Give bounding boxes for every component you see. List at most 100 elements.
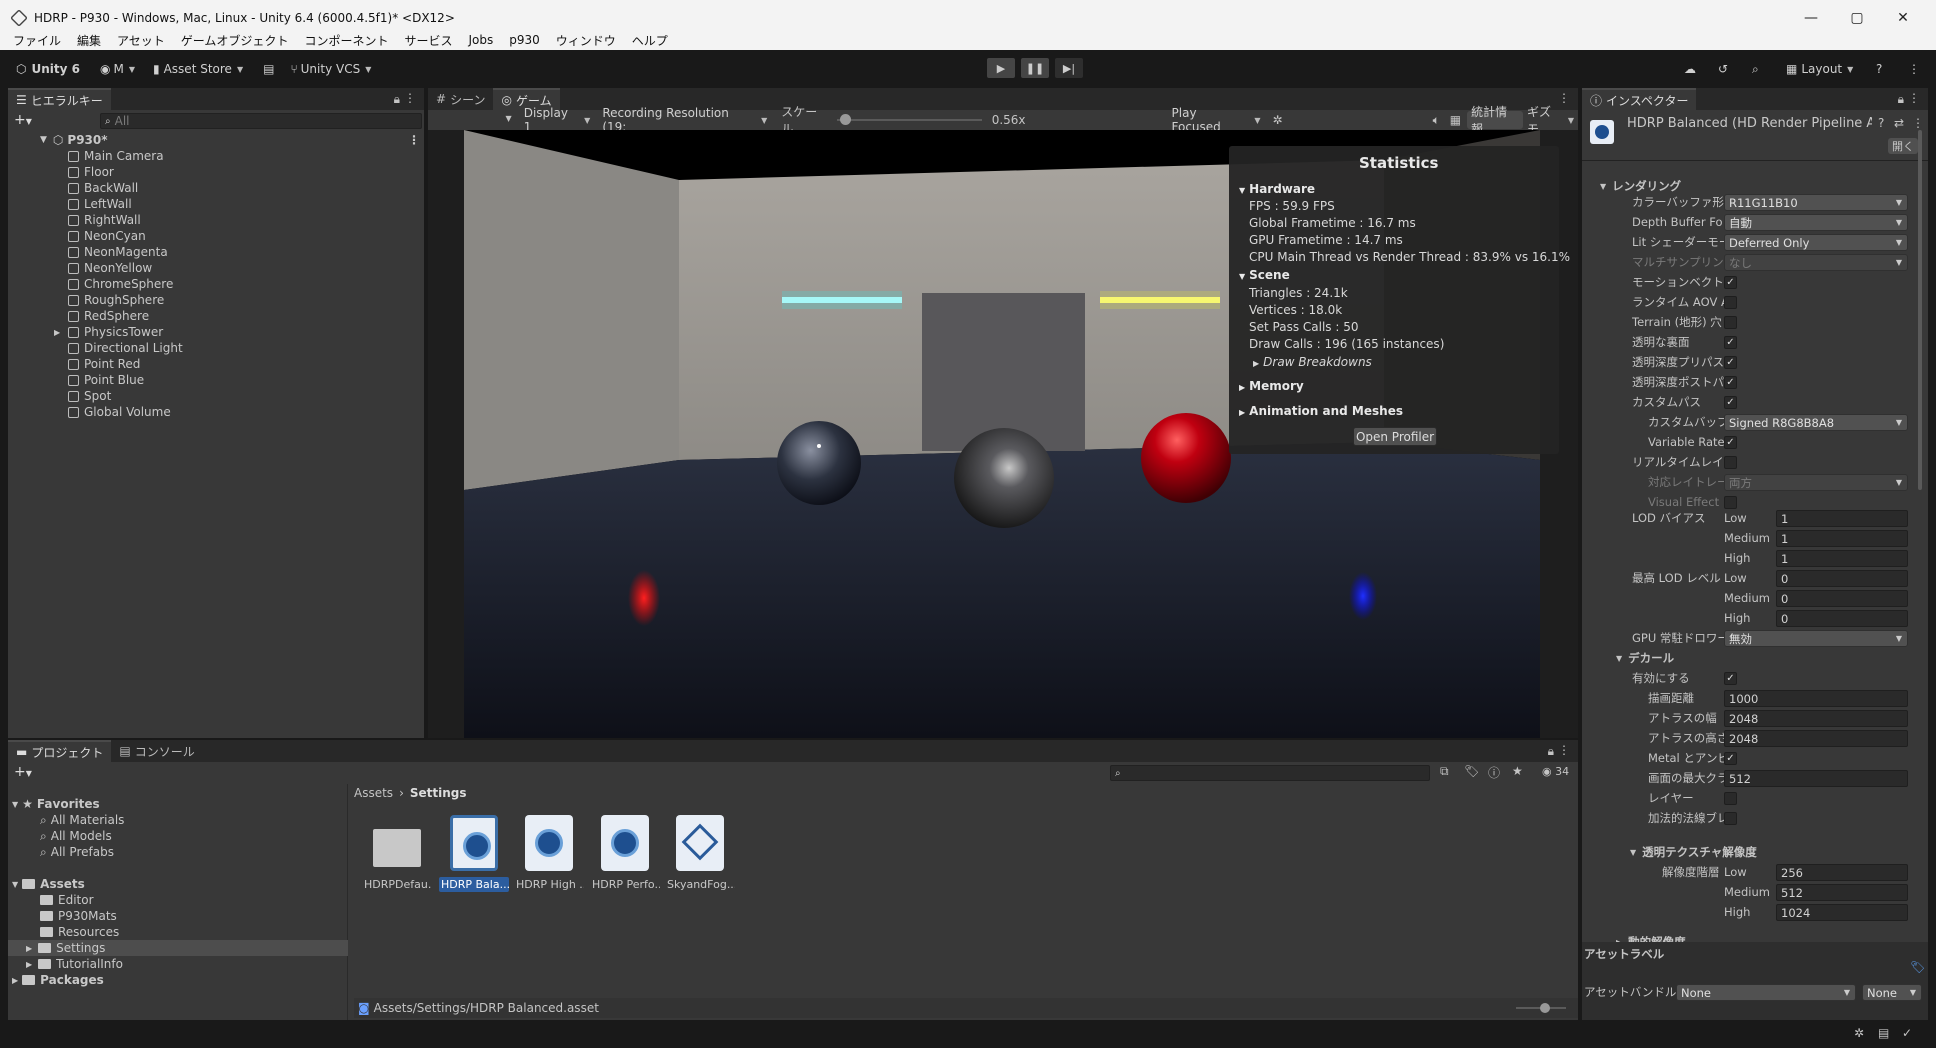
tab-scene[interactable]: # シーン	[428, 88, 493, 110]
hierarchy-item[interactable]: Directional Light	[68, 340, 183, 356]
gpu-driven-dropdown[interactable]: 無効	[1724, 630, 1908, 647]
tree-folder-settings[interactable]: ▶ Settings	[8, 940, 348, 956]
menu-edit[interactable]: 編集	[77, 32, 101, 49]
filter-type-icon[interactable]: ⧉	[1440, 764, 1449, 779]
audio-icon[interactable]: 🔈︎	[1433, 113, 1440, 128]
inspector-row-checkbox[interactable]: ✓	[1724, 376, 1737, 389]
tree-packages[interactable]: ▶ Packages	[12, 972, 104, 988]
layers-icon[interactable]: ▤	[1878, 1026, 1889, 1040]
stats-memory-header[interactable]: ▶ Memory	[1239, 379, 1304, 393]
cloud-icon[interactable]: ☁	[1678, 58, 1702, 80]
stats-button[interactable]: 統計情報	[1467, 105, 1523, 136]
history-icon[interactable]: ↺	[1712, 58, 1734, 80]
res-medium[interactable]: 512	[1776, 884, 1908, 901]
search-icon[interactable]: ⌕	[1746, 58, 1765, 80]
menu-jobs[interactable]: Jobs	[468, 33, 493, 47]
tree-folder-tutorialinfo[interactable]: ▶ TutorialInfo	[26, 956, 123, 972]
asset-sky-and-fog[interactable]: SkyandFog...	[665, 815, 735, 892]
inspector-row-checkbox[interactable]: ✓	[1724, 276, 1737, 289]
fav-all-models[interactable]: ⌕ All Models	[40, 828, 112, 844]
gizmos-dropdown[interactable]: ギズモ	[1523, 105, 1578, 136]
hierarchy-item[interactable]: RoughSphere	[68, 292, 164, 308]
hierarchy-item[interactable]: Global Volume	[68, 404, 171, 420]
stats-breakdowns[interactable]: ▶ Draw Breakdowns	[1253, 355, 1372, 369]
menu-help[interactable]: ヘルプ	[632, 32, 668, 49]
hierarchy-item[interactable]: BackWall	[68, 180, 138, 196]
lock-icon[interactable]: 🔒︎	[1898, 92, 1904, 107]
hierarchy-item[interactable]: Floor	[68, 164, 114, 180]
lod-bias-high[interactable]: 1	[1776, 550, 1908, 567]
lock-icon[interactable]: 🔒︎	[394, 92, 400, 107]
unity-cloud-button[interactable]: ⬡ Unity 6	[10, 58, 86, 80]
stats-scene-header[interactable]: ▼ Scene	[1239, 268, 1290, 282]
menu-file[interactable]: ファイル	[13, 32, 61, 49]
tree-folder-resources[interactable]: Resources	[40, 924, 119, 940]
help-icon[interactable]: ?	[1878, 116, 1884, 130]
icon-size-handle[interactable]	[1540, 1003, 1550, 1013]
decal-row-field[interactable]: 2048	[1724, 730, 1908, 747]
stats-animation-header[interactable]: ▶ Animation and Meshes	[1239, 404, 1403, 418]
hierarchy-item[interactable]: RedSphere	[68, 308, 149, 324]
inspector-row-checkbox[interactable]: ✓	[1724, 336, 1737, 349]
project-search[interactable]: ⌕	[1110, 765, 1430, 781]
open-button[interactable]: 開く	[1888, 138, 1918, 154]
hierarchy-search[interactable]: ⌕ All	[100, 113, 422, 129]
tree-favorites[interactable]: ▼ ★ Favorites	[12, 796, 100, 812]
decal-row-field[interactable]: 1000	[1724, 690, 1908, 707]
expand-icon[interactable]: ▶	[54, 328, 60, 337]
inspector-menu-icon[interactable]: ⋮	[1908, 91, 1920, 105]
package-icon[interactable]: ▤	[257, 58, 280, 80]
inspector-row-checkbox[interactable]	[1724, 296, 1737, 309]
lod-bias-low[interactable]: 1	[1776, 510, 1908, 527]
menu-services[interactable]: サービス	[404, 32, 452, 49]
decal-row-checkbox[interactable]	[1724, 812, 1737, 825]
max-lod-low[interactable]: 0	[1776, 570, 1908, 587]
inspector-row-dropdown[interactable]: Deferred Only	[1724, 234, 1908, 251]
component-menu-icon[interactable]: ⋮	[1912, 116, 1924, 130]
lod-bias-medium[interactable]: 1	[1776, 530, 1908, 547]
inspector-row-dropdown[interactable]: 自動	[1724, 214, 1908, 231]
filter-warning-icon[interactable]: ⓘ	[1488, 764, 1500, 781]
decal-row-checkbox[interactable]: ✓	[1724, 752, 1737, 765]
hierarchy-item[interactable]: LeftWall	[68, 196, 132, 212]
fav-all-prefabs[interactable]: ⌕ All Prefabs	[40, 844, 114, 860]
transparent-tex-foldout[interactable]: ▼ 透明テクスチャ解像度	[1630, 842, 1757, 862]
tree-folder-editor[interactable]: Editor	[40, 892, 94, 908]
aspect-icon[interactable]: ▦	[1450, 113, 1461, 127]
expand-icon[interactable]: ▼	[40, 135, 47, 145]
hierarchy-menu-icon[interactable]: ⋮	[404, 91, 416, 105]
inspector-scrollbar[interactable]	[1918, 130, 1922, 490]
stats-hardware-header[interactable]: ▼ Hardware	[1239, 182, 1315, 196]
inspector-row-dropdown[interactable]: Signed R8G8B8A8	[1724, 414, 1908, 431]
hierarchy-item[interactable]: ChromeSphere	[68, 276, 173, 292]
account-dropdown[interactable]: ◉ M	[94, 58, 141, 80]
menu-p930[interactable]: p930	[509, 33, 540, 47]
res-low[interactable]: 256	[1776, 864, 1908, 881]
asset-hdrp-default[interactable]: HDRPDefau...	[362, 815, 432, 892]
play-button[interactable]: ▶	[987, 58, 1015, 78]
menu-window[interactable]: ウィンドウ	[556, 32, 616, 49]
inspector-row-dropdown[interactable]: 両方	[1724, 474, 1908, 491]
pause-button[interactable]: ❚❚	[1021, 58, 1049, 78]
debug-icon[interactable]: ✲	[1854, 1026, 1864, 1040]
decal-row-field[interactable]: 2048	[1724, 710, 1908, 727]
decal-row-checkbox[interactable]: ✓	[1724, 672, 1737, 685]
asset-hdrp-performant[interactable]: HDRP Perfo...	[590, 815, 660, 892]
preset-icon[interactable]: ⇄	[1894, 116, 1904, 130]
max-lod-high[interactable]: 0	[1776, 610, 1908, 627]
asset-hdrp-high[interactable]: HDRP High ...	[514, 815, 584, 892]
layout-dropdown[interactable]: ▦ Layout	[1780, 58, 1859, 80]
breadcrumb-assets[interactable]: Assets	[354, 786, 393, 800]
tree-assets[interactable]: ▼ Assets	[12, 876, 85, 892]
menu-assets[interactable]: アセット	[117, 32, 165, 49]
hierarchy-item[interactable]: Point Red	[68, 356, 140, 372]
resolution-dropdown[interactable]: Recording Resolution (19:	[596, 106, 773, 134]
hierarchy-item[interactable]: NeonYellow	[68, 260, 152, 276]
tab-project[interactable]: ▬ プロジェクト	[8, 740, 112, 762]
hierarchy-item[interactable]: Main Camera	[68, 148, 164, 164]
scale-slider[interactable]	[837, 113, 983, 127]
add-object-button[interactable]: +▼	[14, 112, 32, 128]
hierarchy-item[interactable]: ▶ PhysicsTower	[54, 324, 163, 340]
scene-menu-icon[interactable]: ⋮	[408, 133, 420, 147]
inspector-row-checkbox[interactable]: ✓	[1724, 436, 1737, 449]
